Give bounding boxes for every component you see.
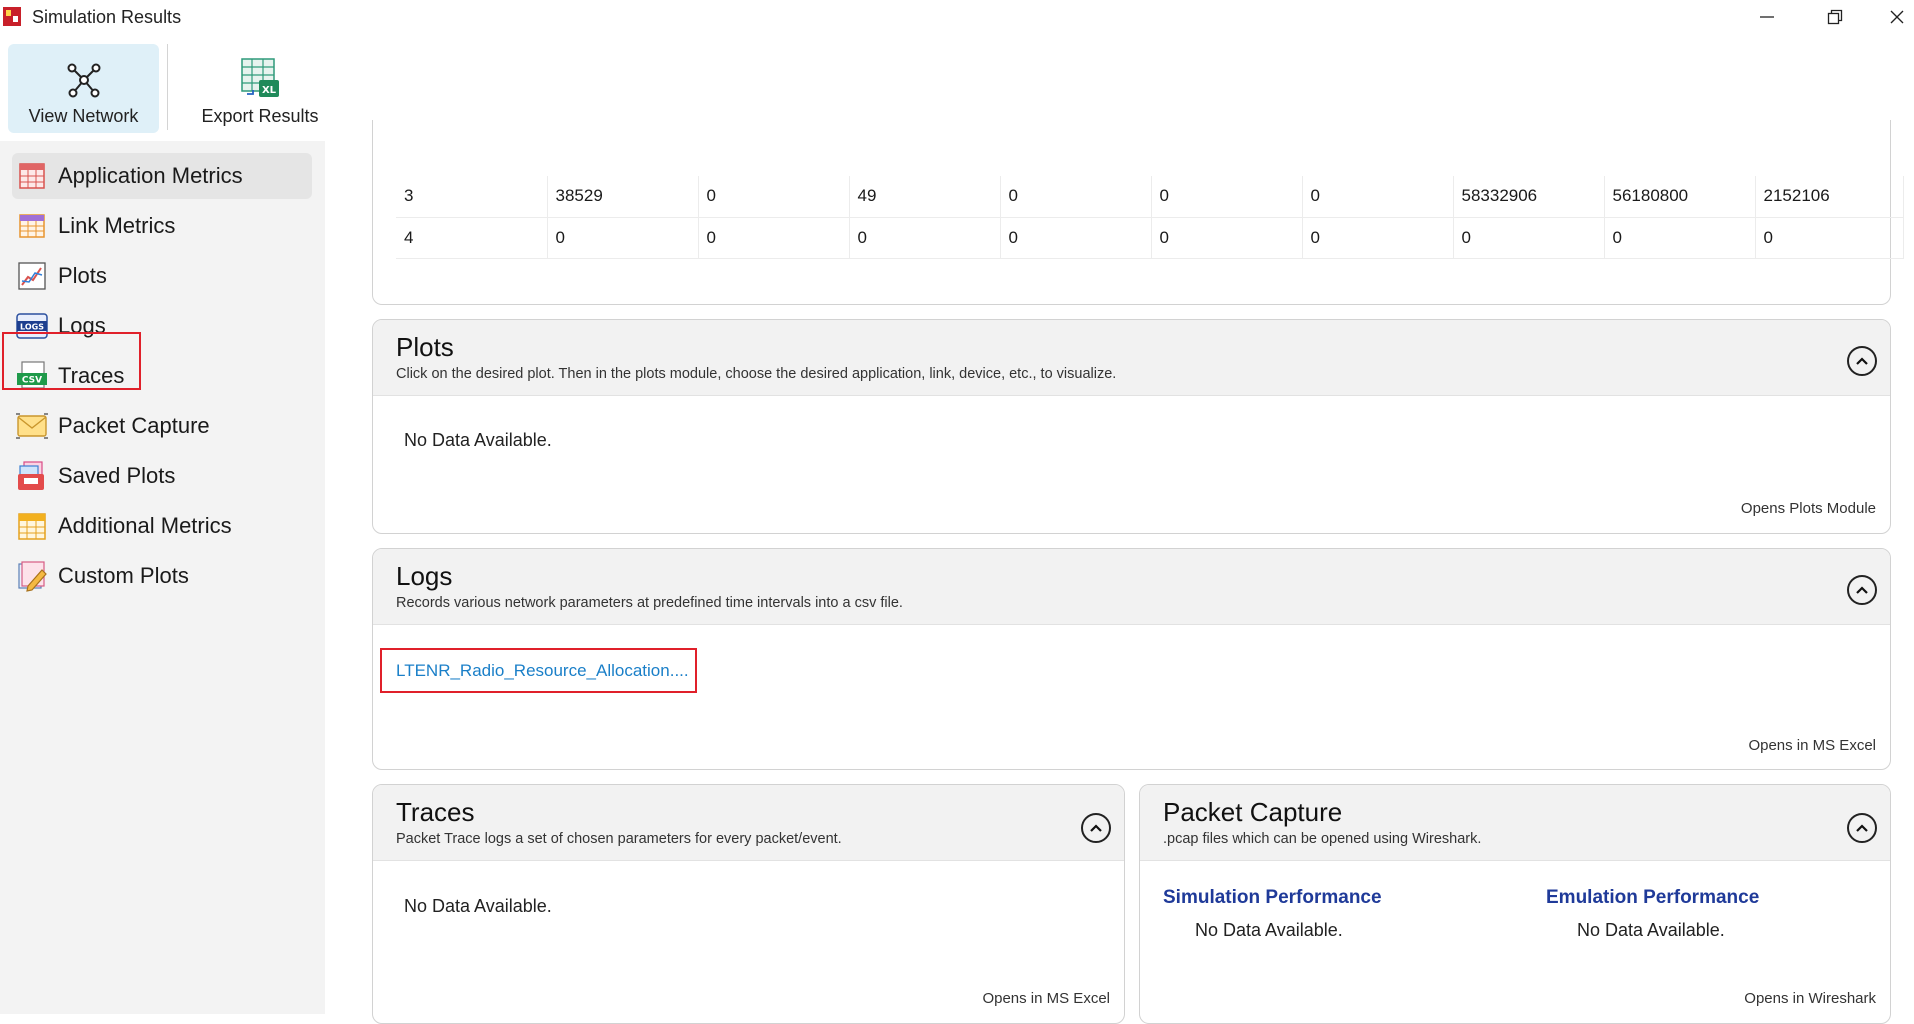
traces-card-header: Traces Packet Trace logs a set of chosen…	[373, 785, 1124, 861]
title-bar: Simulation Results	[0, 0, 1914, 34]
traces-subtitle: Packet Trace logs a set of chosen parame…	[396, 831, 842, 847]
simulation-no-data: No Data Available.	[1195, 920, 1343, 940]
logs-footer-link[interactable]: Opens in MS Excel	[1748, 737, 1876, 754]
export-results-label: Export Results	[201, 106, 319, 126]
view-network-button[interactable]: View Network	[8, 44, 159, 133]
table-cell: 0	[698, 176, 850, 218]
traces-footer-link[interactable]: Opens in MS Excel	[982, 990, 1110, 1007]
traces-card: Traces Packet Trace logs a set of chosen…	[372, 784, 1125, 1024]
spreadsheet-icon	[16, 510, 48, 542]
sidebar-item-custom-plots[interactable]: Custom Plots	[12, 553, 312, 599]
sidebar-item-label: Custom Plots	[58, 563, 189, 588]
sidebar-item-label: Application Metrics	[58, 163, 243, 188]
netsim-app-icon	[3, 7, 21, 26]
table-cell: 3	[396, 176, 548, 218]
plots-collapse-button[interactable]	[1847, 346, 1877, 376]
sidebar-item-packet-capture[interactable]: Packet Capture	[12, 403, 312, 449]
svg-text:XL: XL	[262, 85, 277, 96]
sidebar-item-label: Plots	[58, 263, 107, 288]
table-cell: 38529	[547, 176, 699, 218]
packet-capture-title: Packet Capture	[1163, 797, 1343, 827]
table-cell: 0	[1151, 176, 1303, 218]
sidebar-item-additional-metrics[interactable]: Additional Metrics	[12, 503, 312, 549]
chevron-up-icon	[1856, 586, 1868, 594]
packet-capture-subtitle: .pcap files which can be opened using Wi…	[1163, 831, 1482, 847]
packet-capture-footer-link[interactable]: Opens in Wireshark	[1744, 990, 1876, 1007]
minimize-button[interactable]	[1747, 2, 1787, 32]
metrics-table: 3 38529 0 49 0 0 0 58332906 56180800 215…	[396, 176, 1904, 259]
plots-title: Plots	[396, 332, 454, 362]
table-row: 4 0 0 0 0 0 0 0 0 0	[396, 217, 1904, 259]
close-icon	[1890, 10, 1904, 24]
close-button[interactable]	[1880, 2, 1914, 32]
network-icon	[67, 63, 100, 98]
restore-icon	[1827, 9, 1843, 25]
logs-card-header: Logs Records various network parameters …	[373, 549, 1890, 625]
table-cell: 0	[1302, 176, 1454, 218]
table-cell: 0	[1151, 217, 1303, 259]
chevron-up-icon	[1856, 824, 1868, 832]
table-cell: 49	[849, 176, 1001, 218]
logs-subtitle: Records various network parameters at pr…	[396, 595, 903, 611]
emulation-no-data: No Data Available.	[1577, 920, 1725, 940]
sidebar-item-label: Packet Capture	[58, 413, 210, 438]
table-cell: 0	[1000, 217, 1152, 259]
table-cell: 0	[1302, 217, 1454, 259]
table-cell: 0	[1453, 217, 1605, 259]
plots-no-data: No Data Available.	[404, 430, 552, 450]
plot-icon	[16, 260, 48, 292]
logs-title: Logs	[396, 561, 453, 591]
simulation-performance-title: Simulation Performance	[1163, 887, 1382, 908]
sidebar-item-label: Saved Plots	[58, 463, 176, 488]
sidebar-item-saved-plots[interactable]: Saved Plots	[12, 453, 312, 499]
sidebar-item-plots[interactable]: Plots	[12, 253, 312, 299]
table-cell: 58332906	[1453, 176, 1605, 218]
emulation-performance-title: Emulation Performance	[1546, 887, 1760, 908]
saved-plots-icon	[16, 460, 48, 492]
chevron-up-icon	[1856, 357, 1868, 365]
spreadsheet-icon	[16, 160, 48, 192]
table-row: 3 38529 0 49 0 0 0 58332906 56180800 215…	[396, 176, 1904, 218]
table-cell: 56180800	[1604, 176, 1756, 218]
plots-subtitle: Click on the desired plot. Then in the p…	[396, 366, 1117, 382]
sidebar-item-application-metrics[interactable]: Application Metrics	[12, 153, 312, 199]
table-cell: 2152106	[1755, 176, 1904, 218]
table-cell: 0	[547, 217, 699, 259]
svg-text:LOGS: LOGS	[20, 323, 44, 332]
spreadsheet-icon	[16, 210, 48, 242]
log-file-highlight-box	[380, 648, 697, 693]
table-cell: 0	[698, 217, 850, 259]
envelope-icon	[16, 410, 48, 442]
minimize-icon	[1760, 16, 1774, 18]
window-title: Simulation Results	[32, 7, 182, 27]
plots-card: Plots Click on the desired plot. Then in…	[372, 319, 1891, 534]
traces-title: Traces	[396, 797, 475, 827]
chevron-up-icon	[1090, 824, 1102, 832]
sidebar-item-label: Additional Metrics	[58, 513, 232, 538]
table-cell: 0	[1604, 217, 1756, 259]
toolbar: View Network XL Export Results	[0, 34, 1914, 134]
plots-footer-link[interactable]: Opens Plots Module	[1741, 500, 1876, 517]
view-network-label: View Network	[28, 106, 139, 126]
table-cell: 0	[849, 217, 1001, 259]
sidebar: Application Metrics Link Metrics Plots L…	[0, 141, 325, 1014]
plots-card-header: Plots Click on the desired plot. Then in…	[373, 320, 1890, 396]
traces-no-data: No Data Available.	[404, 896, 552, 916]
sidebar-item-link-metrics[interactable]: Link Metrics	[12, 203, 312, 249]
table-cell: 0	[1000, 176, 1152, 218]
toolbar-separator	[167, 44, 168, 130]
table-cell: 0	[1755, 217, 1904, 259]
packet-capture-card-header: Packet Capture .pcap files which can be …	[1140, 785, 1890, 861]
export-results-button[interactable]: XL Export Results	[185, 44, 335, 133]
table-cell: 4	[396, 217, 548, 259]
custom-plots-icon	[16, 560, 48, 592]
traces-collapse-button[interactable]	[1081, 813, 1111, 843]
sidebar-item-label: Link Metrics	[58, 213, 176, 238]
restore-button[interactable]	[1815, 2, 1855, 32]
logs-collapse-button[interactable]	[1847, 575, 1877, 605]
excel-export-icon: XL	[241, 58, 279, 97]
logs-highlight-box	[2, 332, 141, 390]
packet-capture-card: Packet Capture .pcap files which can be …	[1139, 784, 1891, 1024]
packet-capture-collapse-button[interactable]	[1847, 813, 1877, 843]
